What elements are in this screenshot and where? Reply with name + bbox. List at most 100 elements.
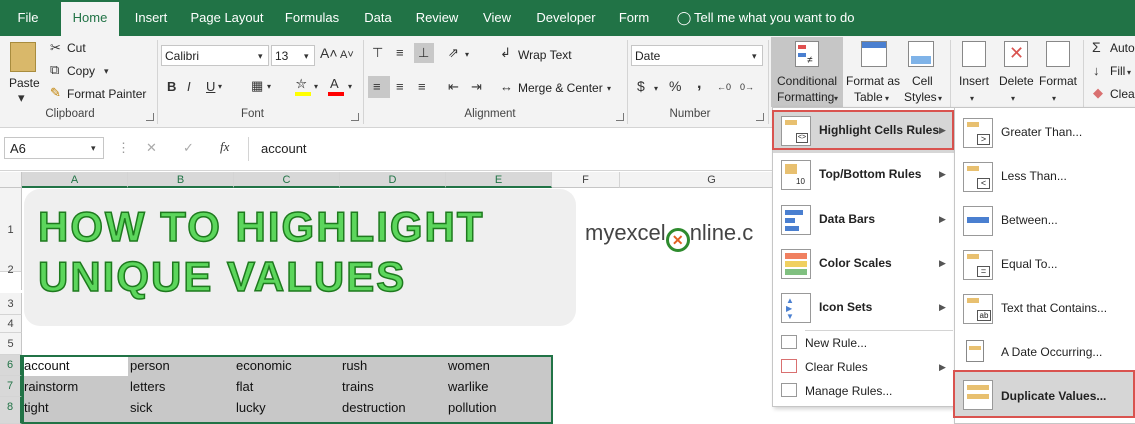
column-header[interactable]: D: [340, 172, 446, 188]
data-cell[interactable]: destruction: [340, 398, 406, 418]
align-top-icon[interactable]: ⊤: [372, 46, 383, 60]
row-header[interactable]: 6: [0, 355, 22, 376]
cancel-entry-icon[interactable]: ✕: [146, 141, 157, 155]
paste-icon[interactable]: [10, 42, 36, 72]
row-header[interactable]: 3: [0, 293, 22, 315]
data-cell[interactable]: sick: [128, 398, 152, 418]
confirm-entry-icon[interactable]: ✓: [183, 141, 194, 155]
data-cell[interactable]: rush: [340, 356, 367, 376]
cut-button[interactable]: Cut: [67, 41, 86, 55]
menu-item-icon-sets[interactable]: Icon Sets: [819, 300, 872, 314]
column-header[interactable]: E: [446, 172, 552, 188]
alignment-launcher-icon[interactable]: [616, 113, 624, 121]
chevron-down-icon[interactable]: ▾: [18, 91, 25, 105]
tab-form[interactable]: Form: [612, 0, 656, 36]
menu-item-manage-rules[interactable]: Manage Rules...: [805, 384, 892, 398]
chevron-down-icon[interactable]: ▾: [654, 82, 658, 96]
tab-developer[interactable]: Developer: [528, 0, 604, 36]
wrap-text-button[interactable]: Wrap Text: [518, 48, 572, 62]
tab-view[interactable]: View: [474, 0, 520, 36]
column-header[interactable]: C: [234, 172, 340, 188]
data-cell[interactable]: tight: [22, 398, 49, 418]
increase-decimal-icon[interactable]: ←0: [717, 80, 731, 94]
number-format-select[interactable]: Date ▾: [631, 45, 763, 66]
chevron-down-icon[interactable]: ▾: [1052, 92, 1056, 106]
font-name-select[interactable]: Calibri ▾: [161, 45, 269, 66]
column-header[interactable]: A: [22, 172, 128, 188]
format-as-table-icon[interactable]: [861, 41, 887, 67]
increase-indent-icon[interactable]: ⇥: [471, 80, 482, 94]
data-cell[interactable]: pollution: [446, 398, 496, 418]
format-as-table-label-1[interactable]: Format as: [846, 74, 900, 88]
column-header[interactable]: F: [552, 172, 620, 188]
decrease-font-icon[interactable]: A˅: [340, 48, 354, 62]
comma-icon[interactable]: ,: [697, 76, 701, 92]
submenu-item-greater-than[interactable]: Greater Than...: [1001, 125, 1082, 139]
row-header[interactable]: 7: [0, 376, 22, 397]
menu-item-top-bottom-rules[interactable]: Top/Bottom Rules: [819, 167, 921, 181]
font-launcher-icon[interactable]: [351, 113, 359, 121]
tab-review[interactable]: Review: [408, 0, 466, 36]
number-launcher-icon[interactable]: [756, 113, 764, 121]
name-box[interactable]: A6 ▾: [4, 137, 104, 159]
format-button[interactable]: Format: [1039, 74, 1077, 88]
font-size-select[interactable]: 13 ▾: [271, 45, 315, 66]
cell-styles-label-2[interactable]: Styles: [904, 90, 937, 104]
chevron-down-icon[interactable]: ▾: [218, 80, 222, 94]
menu-item-clear-rules[interactable]: Clear Rules: [805, 360, 868, 374]
column-header[interactable]: B: [128, 172, 234, 188]
percent-icon[interactable]: %: [669, 79, 681, 93]
data-cell[interactable]: person: [128, 356, 170, 376]
tab-insert[interactable]: Insert: [126, 0, 176, 36]
insert-button[interactable]: Insert: [959, 74, 989, 88]
chevron-down-icon[interactable]: ▾: [348, 80, 352, 94]
currency-icon[interactable]: $: [637, 79, 645, 93]
data-cell[interactable]: account: [22, 356, 70, 376]
bold-icon[interactable]: B: [167, 80, 176, 94]
formula-input[interactable]: account: [248, 137, 772, 161]
align-center-icon[interactable]: ≡: [396, 80, 404, 94]
cell-styles-icon[interactable]: [908, 41, 934, 67]
chevron-down-icon[interactable]: ▾: [885, 92, 889, 106]
merge-center-button[interactable]: Merge & Center: [518, 81, 603, 95]
data-cell[interactable]: economic: [234, 356, 292, 376]
chevron-down-icon[interactable]: ▾: [267, 80, 271, 94]
clipboard-launcher-icon[interactable]: [146, 113, 154, 121]
autosum-button[interactable]: Auto: [1110, 41, 1135, 55]
menu-item-data-bars[interactable]: Data Bars: [819, 212, 875, 226]
more-options-icon[interactable]: ⋮: [117, 141, 130, 155]
increase-font-icon[interactable]: A˄: [320, 46, 338, 60]
chevron-down-icon[interactable]: ▾: [1011, 92, 1015, 106]
insert-function-icon[interactable]: fx: [220, 140, 229, 154]
data-cell[interactable]: trains: [340, 377, 374, 397]
row-header[interactable]: 4: [0, 315, 22, 333]
tell-me-box[interactable]: Tell me what you want to do: [694, 0, 854, 36]
row-header[interactable]: 8: [0, 397, 22, 424]
format-painter-button[interactable]: Format Painter: [67, 87, 146, 101]
orientation-icon[interactable]: ⇗: [448, 46, 459, 60]
chevron-down-icon[interactable]: ▾: [314, 80, 318, 94]
delete-button[interactable]: Delete: [999, 74, 1034, 88]
decrease-indent-icon[interactable]: ⇤: [448, 80, 459, 94]
data-cell[interactable]: lucky: [234, 398, 266, 418]
submenu-item-date-occurring[interactable]: A Date Occurring...: [1001, 345, 1102, 359]
tab-data[interactable]: Data: [356, 0, 400, 36]
submenu-item-less-than[interactable]: Less Than...: [1001, 169, 1067, 183]
tab-formulas[interactable]: Formulas: [278, 0, 346, 36]
row-header[interactable]: 5: [0, 333, 22, 355]
tab-page-layout[interactable]: Page Layout: [184, 0, 270, 36]
align-right-icon[interactable]: ≡: [418, 80, 426, 94]
data-cell[interactable]: flat: [234, 377, 253, 397]
copy-button[interactable]: Copy: [67, 64, 95, 78]
submenu-item-text-contains[interactable]: Text that Contains...: [1001, 301, 1107, 315]
fill-color-icon[interactable]: ⛦: [296, 77, 306, 91]
align-middle-icon[interactable]: ≡: [396, 46, 404, 60]
row-header[interactable]: 2: [0, 250, 22, 290]
submenu-item-equal-to[interactable]: Equal To...: [1001, 257, 1057, 271]
select-all-button[interactable]: [0, 172, 22, 188]
delete-cells-icon[interactable]: ✕: [1004, 41, 1028, 67]
format-as-table-label-2[interactable]: Table: [854, 90, 883, 104]
chevron-down-icon[interactable]: ▾: [970, 92, 974, 106]
menu-item-new-rule[interactable]: New Rule...: [805, 336, 867, 350]
decrease-decimal-icon[interactable]: 0→: [740, 80, 754, 94]
